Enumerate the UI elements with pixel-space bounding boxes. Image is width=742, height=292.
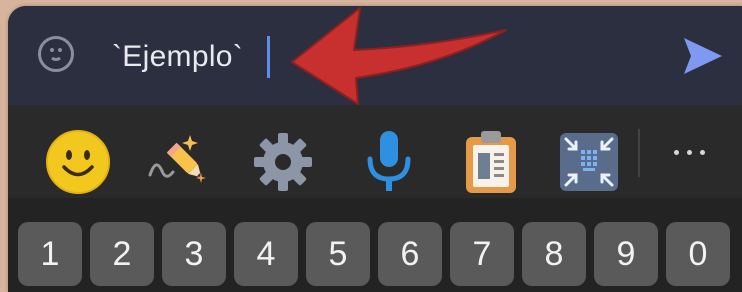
text-cursor (267, 36, 270, 78)
handwriting-pen-icon[interactable] (138, 127, 208, 197)
microphone-icon[interactable] (354, 127, 424, 197)
keyboard-screen: `Ejemplo` 1 2 3 4 5 6 7 8 9 0 (8, 6, 742, 292)
key-1[interactable]: 1 (18, 222, 82, 286)
toolbar-divider (638, 129, 640, 177)
smiley-mouth (49, 52, 63, 61)
send-icon[interactable] (682, 36, 724, 76)
more-dots-icon[interactable] (668, 145, 712, 159)
key-4[interactable]: 4 (234, 222, 298, 286)
key-5[interactable]: 5 (306, 222, 370, 286)
key-2[interactable]: 2 (90, 222, 154, 286)
smiley-outline-icon[interactable] (38, 36, 74, 72)
resize-keyboard-icon[interactable] (554, 127, 624, 197)
compose-bar: `Ejemplo` (8, 6, 742, 105)
clipboard-icon[interactable] (456, 127, 526, 197)
key-8[interactable]: 8 (522, 222, 586, 286)
key-6[interactable]: 6 (378, 222, 442, 286)
key-3[interactable]: 3 (162, 222, 226, 286)
number-row: 1 2 3 4 5 6 7 8 9 0 (8, 198, 742, 292)
emoji-icon[interactable] (43, 127, 113, 197)
key-9[interactable]: 9 (594, 222, 658, 286)
keyboard-toolbar (8, 105, 742, 198)
key-7[interactable]: 7 (450, 222, 514, 286)
settings-gear-icon[interactable] (248, 127, 318, 197)
message-input[interactable]: `Ejemplo` (112, 39, 243, 75)
key-0[interactable]: 0 (666, 222, 730, 286)
